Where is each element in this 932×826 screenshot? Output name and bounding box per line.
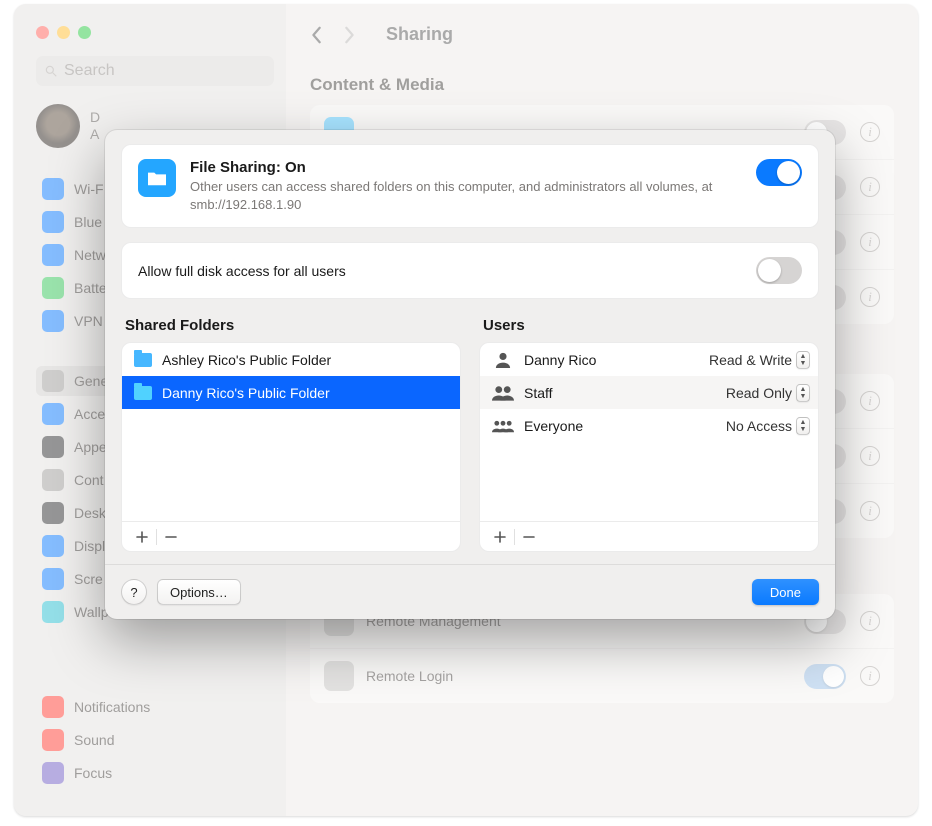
folder-label: Danny Rico's Public Folder: [162, 385, 330, 401]
help-button[interactable]: ?: [121, 579, 147, 605]
options-button[interactable]: Options…: [157, 579, 241, 605]
user-name: Everyone: [524, 418, 680, 434]
permission-select[interactable]: No Access▲▼: [690, 417, 810, 435]
user-item[interactable]: Everyone No Access▲▼: [480, 409, 818, 442]
folder-label: Ashley Rico's Public Folder: [162, 352, 331, 368]
stepper-icon: ▲▼: [796, 351, 810, 369]
user-icon: [492, 418, 514, 434]
folder-icon: [134, 353, 152, 367]
folder-item[interactable]: Ashley Rico's Public Folder: [122, 343, 460, 376]
full-disk-access-card: Allow full disk access for all users: [121, 242, 819, 299]
full-disk-access-label: Allow full disk access for all users: [138, 263, 756, 279]
file-sharing-subtitle: Other users can access shared folders on…: [190, 178, 756, 213]
remove-folder-button[interactable]: [157, 526, 185, 548]
file-sharing-toggle[interactable]: [756, 159, 802, 186]
remove-user-button[interactable]: [515, 526, 543, 548]
add-folder-button[interactable]: [128, 526, 156, 548]
user-icon: [492, 352, 514, 368]
folder-icon: [134, 386, 152, 400]
stepper-icon: ▲▼: [796, 384, 810, 402]
shared-folders-list: Ashley Rico's Public Folder Danny Rico's …: [121, 342, 461, 552]
shared-folders-heading: Shared Folders: [121, 317, 461, 342]
users-list: Danny Rico Read & Write▲▼ Staff Read Only▲▼…: [479, 342, 819, 552]
user-name: Danny Rico: [524, 352, 680, 368]
user-name: Staff: [524, 385, 680, 401]
file-sharing-sheet: File Sharing: On Other users can access …: [105, 130, 835, 619]
folder-item[interactable]: Danny Rico's Public Folder: [122, 376, 460, 409]
add-user-button[interactable]: [486, 526, 514, 548]
done-button[interactable]: Done: [752, 579, 819, 605]
user-item[interactable]: Danny Rico Read & Write▲▼: [480, 343, 818, 376]
permission-select[interactable]: Read & Write▲▼: [690, 351, 810, 369]
full-disk-access-toggle[interactable]: [756, 257, 802, 284]
user-item[interactable]: Staff Read Only▲▼: [480, 376, 818, 409]
file-sharing-icon: [138, 159, 176, 197]
file-sharing-title: File Sharing: On: [190, 159, 756, 176]
file-sharing-status-card: File Sharing: On Other users can access …: [121, 144, 819, 228]
users-heading: Users: [479, 317, 819, 342]
permission-select[interactable]: Read Only▲▼: [690, 384, 810, 402]
stepper-icon: ▲▼: [796, 417, 810, 435]
user-icon: [492, 385, 514, 401]
